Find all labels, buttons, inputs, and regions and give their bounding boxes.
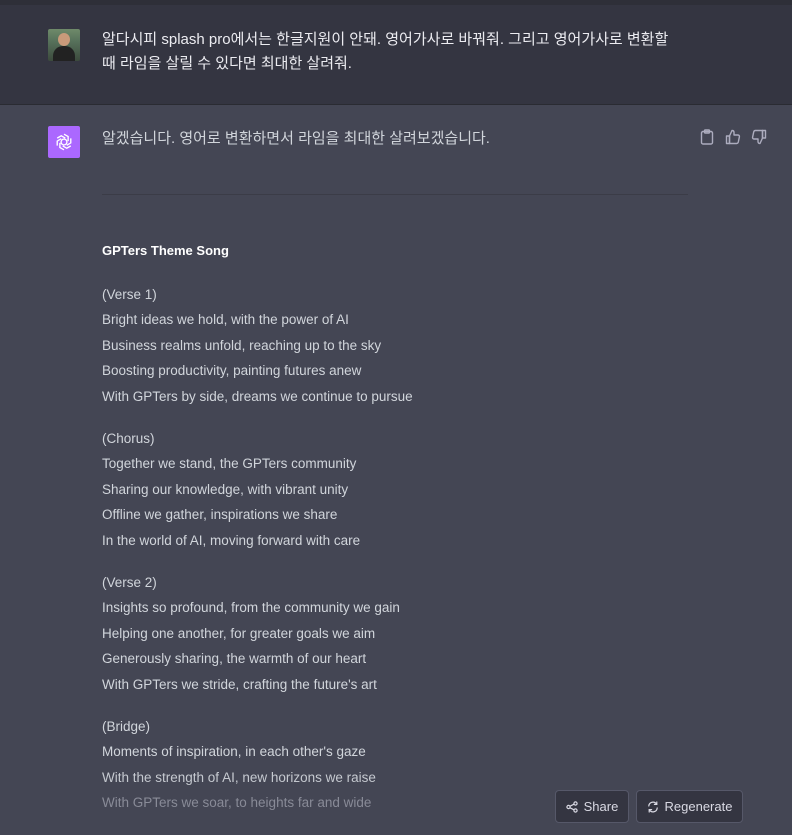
lyric-line: Helping one another, for greater goals w… xyxy=(102,625,376,641)
song-section-chorus: (Chorus) Together we stand, the GPTers c… xyxy=(102,426,360,553)
regenerate-label: Regenerate xyxy=(664,799,733,814)
user-message: 알다시피 splash pro에서는 한글지원이 안돼. 영어가사로 바꿔줘. … xyxy=(0,5,792,105)
thumbs-down-button[interactable] xyxy=(750,128,768,146)
regenerate-button[interactable]: Regenerate xyxy=(636,790,743,823)
lyric-line: In the world of AI, moving forward with … xyxy=(102,532,361,548)
copy-button[interactable] xyxy=(698,128,716,146)
song-section-bridge: (Bridge) Moments of inspiration, in each… xyxy=(102,714,376,816)
lyric-line: Business realms unfold, reaching up to t… xyxy=(102,337,382,353)
lyric-line: With GPTers we soar, to heights far and … xyxy=(102,795,372,811)
assistant-intro: 알겠습니다. 영어로 변환하면서 라임을 최대한 살려보겠습니다. xyxy=(102,130,490,147)
openai-logo-icon xyxy=(56,133,72,151)
lyric-line: Together we stand, the GPTers community xyxy=(102,456,357,472)
lyric-line: With GPTers by side, dreams we continue … xyxy=(102,388,413,404)
assistant-avatar xyxy=(48,126,80,158)
lyric-line: Boosting productivity, painting futures … xyxy=(102,363,362,379)
lyric-line: Offline we gather, inspirations we share xyxy=(102,507,338,523)
song-section-verse-1: (Verse 1) Bright ideas we hold, with the… xyxy=(102,282,413,409)
share-label: Share xyxy=(583,799,619,814)
thumbs-up-icon xyxy=(725,129,741,145)
lyric-line: Moments of inspiration, in each other's … xyxy=(102,744,366,760)
share-button[interactable]: Share xyxy=(555,790,629,823)
message-actions xyxy=(698,128,768,146)
user-message-line: 때 라임을 살릴 수 있다면 최대한 살려줘. xyxy=(102,55,352,72)
section-label: (Verse 2) xyxy=(102,575,157,590)
section-label: (Bridge) xyxy=(102,719,151,734)
lyric-line: With GPTers we stride, crafting the futu… xyxy=(102,676,377,692)
section-label: (Chorus) xyxy=(102,431,155,446)
clipboard-icon xyxy=(700,129,714,145)
user-message-text: 알다시피 splash pro에서는 한글지원이 안돼. 영어가사로 바꿔줘. … xyxy=(102,28,692,76)
share-icon xyxy=(565,800,578,813)
user-message-line: 알다시피 splash pro에서는 한글지원이 안돼. 영어가사로 바꿔줘. … xyxy=(102,31,669,48)
thumbs-up-button[interactable] xyxy=(724,128,742,146)
lyric-line: Insights so profound, from the community… xyxy=(102,600,400,616)
section-label: (Verse 1) xyxy=(102,287,157,302)
song-section-verse-2: (Verse 2) Insights so profound, from the… xyxy=(102,570,400,697)
user-avatar xyxy=(48,29,80,61)
lyric-line: Bright ideas we hold, with the power of … xyxy=(102,312,349,328)
regenerate-icon xyxy=(647,800,658,813)
song-title: GPTers Theme Song xyxy=(102,243,229,258)
divider xyxy=(102,194,688,195)
thumbs-down-icon xyxy=(751,129,767,145)
lyric-line: Sharing our knowledge, with vibrant unit… xyxy=(102,481,349,497)
lyric-line: With the strength of AI, new horizons we… xyxy=(102,769,376,785)
lyric-line: Generously sharing, the warmth of our he… xyxy=(102,651,367,667)
